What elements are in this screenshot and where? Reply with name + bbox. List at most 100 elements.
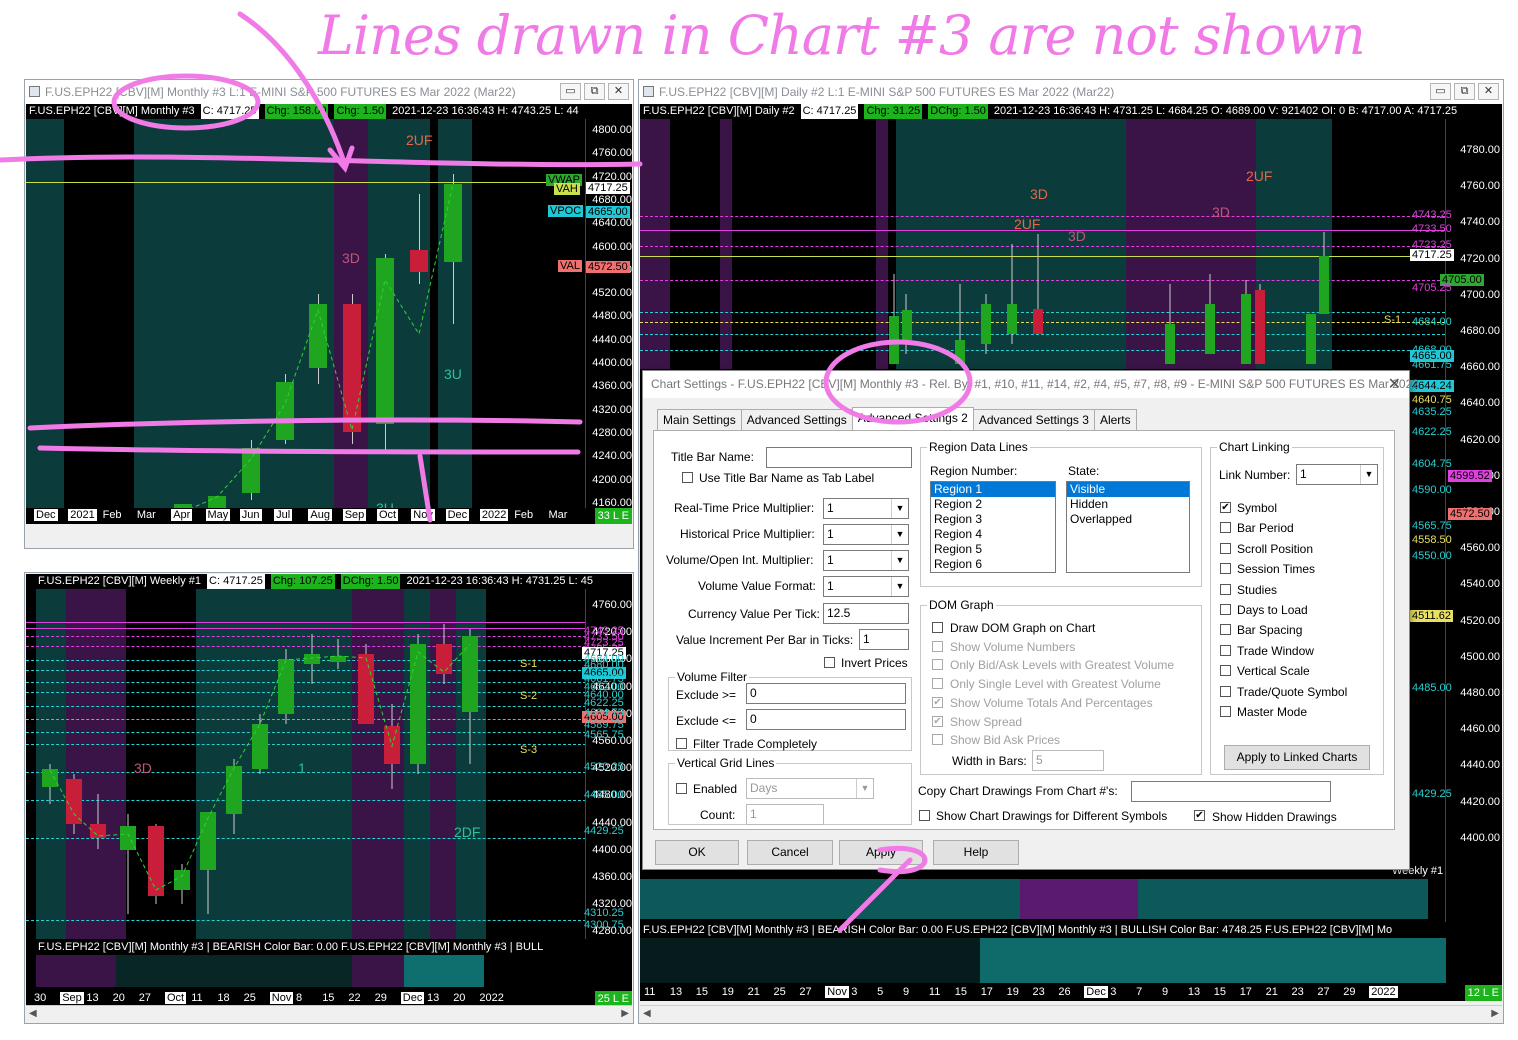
close-button[interactable]: ✕ [1478, 83, 1499, 100]
x-tick-label: 11 [191, 992, 203, 1004]
apply-button[interactable]: Apply [839, 840, 923, 865]
label-3u-a: 3U [444, 366, 462, 382]
dialog-close-button[interactable]: ✕ [1388, 371, 1401, 398]
link-option-checkbox[interactable] [1220, 583, 1231, 595]
grid-count-input[interactable]: 1 [746, 804, 824, 825]
link-option-checkbox[interactable] [1220, 706, 1231, 717]
dom-option-checkbox[interactable] [932, 734, 943, 746]
link-option-checkbox[interactable] [1220, 604, 1231, 615]
price-level-tag: 4743.25 [1412, 209, 1452, 221]
region-list[interactable]: Region 1 Region 2 Region 3 Region 4 Region 5… [930, 481, 1056, 573]
increment-input[interactable]: 1 [859, 629, 909, 650]
tab-advanced-settings[interactable]: Advanced Settings [740, 409, 853, 431]
close-button[interactable]: ✕ [608, 83, 629, 100]
region-list-item[interactable]: Region 3 [931, 512, 1055, 527]
state-list-item[interactable]: Hidden [1067, 497, 1189, 512]
title-bar-name-input[interactable] [766, 447, 912, 468]
daily-h-scrollbar[interactable]: ◀ ▶ [640, 1005, 1502, 1022]
show-diff-symbols-checkbox[interactable] [919, 810, 930, 821]
monthly-price-axis[interactable]: 4800.00 4760.00 4720.00 4680.00 4640.00 4600.… [585, 119, 632, 509]
weekly-price-axis[interactable]: 4760.004720.004680.004640.004600.004560.… [582, 589, 632, 939]
link-option-checkbox[interactable] [1220, 665, 1231, 677]
region-list-item[interactable]: Region 1 [931, 482, 1055, 497]
chart-settings-dialog[interactable]: Chart Settings - F.US.EPH22 [CBV][M] Mon… [642, 370, 1419, 870]
tab-main-settings[interactable]: Main Settings [657, 409, 742, 431]
monthly-time-axis[interactable]: Dec 2021 Feb Mar Apr May Jun Jul Aug Sep Oct Nov Dec… [26, 508, 632, 524]
price-level-tag: 4705.25 [1412, 282, 1452, 294]
state-list[interactable]: Visible Hidden Overlapped [1066, 481, 1190, 573]
filter-trade-checkbox[interactable] [676, 738, 687, 749]
link-option-checkbox[interactable] [1220, 685, 1231, 697]
dom-option-checkbox[interactable] [932, 640, 943, 652]
vol-fmt-label: Volume Value Format: [698, 579, 816, 593]
help-button[interactable]: Help [933, 840, 1019, 865]
chart-app-icon [643, 86, 654, 97]
region-data-title: Region Data Lines [927, 440, 1030, 454]
minimize-button[interactable]: ▭ [560, 83, 581, 100]
dom-option-checkbox[interactable] [932, 678, 943, 690]
use-title-checkbox[interactable] [682, 472, 693, 483]
dialog-title-bar[interactable]: Chart Settings - F.US.EPH22 [CBV][M] Mon… [643, 371, 1419, 398]
weekly-h-scrollbar[interactable]: ◀ ▶ [26, 1005, 632, 1022]
restore-button[interactable]: ⧉ [1454, 83, 1475, 100]
region-list-item[interactable]: Region 5 [931, 542, 1055, 557]
chevron-down-icon: ▼ [891, 577, 908, 596]
tab-advanced-settings-3[interactable]: Advanced Settings 3 [972, 409, 1095, 431]
exclude-ge-input[interactable]: 0 [746, 683, 906, 704]
vol-mult-select[interactable]: 1 ▼ [823, 550, 909, 571]
vpoc-price-tag: 4665.00 [586, 206, 630, 218]
dom-option-checkbox[interactable]: ✔ [932, 715, 943, 727]
weekly-candles [42, 624, 478, 914]
state-list-item[interactable]: Overlapped [1067, 512, 1189, 527]
weekly-chart-area[interactable]: F.US.EPH22 [CBV][M] Weekly #1 C: 4717.25… [26, 574, 632, 1007]
show-hidden-drawings-checkbox[interactable]: ✔ [1194, 810, 1205, 821]
daily-title-bar[interactable]: F.US.EPH22 [CBV][M] Daily #2 L:1 E-MINI … [639, 80, 1503, 104]
vol-fmt-select[interactable]: 1 ▼ [823, 576, 909, 597]
label-s2: S-2 [520, 690, 538, 702]
dom-option-checkbox[interactable] [932, 622, 943, 633]
region-list-item[interactable]: Region 4 [931, 527, 1055, 542]
rt-mult-value: 1 [827, 501, 834, 515]
width-bars-input[interactable]: 5 [1032, 750, 1104, 771]
dom-option-checkbox[interactable]: ✔ [932, 696, 943, 708]
invert-prices-checkbox[interactable] [824, 657, 835, 668]
link-option-checkbox[interactable]: ✔ [1220, 502, 1231, 513]
tab-advanced-settings-2[interactable]: Advanced Settings 2 [851, 407, 974, 431]
currency-input[interactable]: 12.5 [823, 603, 909, 624]
tab-alerts[interactable]: Alerts [1093, 409, 1137, 431]
rt-mult-select[interactable]: 1 ▼ [823, 498, 909, 519]
label-3d-c: 3D [1212, 204, 1230, 220]
price-level-tag: 4485.00 [584, 789, 624, 801]
link-option-checkbox[interactable] [1220, 522, 1231, 534]
weekly-chart-window[interactable]: F.US.EPH22 [CBV][M] Weekly #1 C: 4717.25… [24, 572, 634, 1024]
cancel-button[interactable]: Cancel [747, 840, 833, 865]
price-level-tag: 4572.50 [1448, 508, 1492, 520]
link-option-checkbox[interactable] [1220, 542, 1231, 554]
grid-enabled-checkbox[interactable] [676, 783, 687, 794]
exclude-le-input[interactable]: 0 [746, 709, 906, 730]
weekly-symbol: F.US.EPH22 [CBV][M] Weekly #1 [38, 575, 202, 587]
link-option-checkbox[interactable] [1220, 563, 1231, 575]
link-number-select[interactable]: 1 ▼ [1296, 464, 1378, 485]
dom-option-checkbox[interactable] [932, 659, 943, 671]
grid-days-select[interactable]: Days ▼ [746, 778, 874, 799]
monthly-chart-area[interactable]: F.US.EPH22 [CBV][M] Monthly #3 C: 4717.2… [26, 104, 632, 524]
link-option-checkbox[interactable] [1220, 644, 1231, 656]
restore-button[interactable]: ⧉ [584, 83, 605, 100]
region-list-item[interactable]: Region 6 [931, 557, 1055, 572]
x-tick-label: Aug [308, 509, 332, 521]
ok-button[interactable]: OK [655, 840, 739, 865]
daily-time-axis[interactable]: 11 13 15 19 21 25 27 Nov 3 5 9 11 15 17 19 23 26 Dec 3 7 9 13… [640, 985, 1502, 1001]
copy-drawings-input[interactable] [1131, 781, 1331, 802]
minimize-button[interactable]: ▭ [1430, 83, 1451, 100]
monthly-chart-window[interactable]: F.US.EPH22 [CBV][M] Monthly #3 L:1 E-MIN… [24, 79, 634, 549]
hist-mult-select[interactable]: 1 ▼ [823, 524, 909, 545]
region-list-item[interactable]: Region 2 [931, 497, 1055, 512]
price-level-tag: 4590.00 [1412, 484, 1452, 496]
link-option-checkbox[interactable] [1220, 624, 1231, 636]
monthly-title-bar[interactable]: F.US.EPH22 [CBV][M] Monthly #3 L:1 E-MIN… [25, 80, 633, 104]
state-list-item[interactable]: Visible [1067, 482, 1189, 497]
apply-linked-button[interactable]: Apply to Linked Charts [1224, 745, 1370, 770]
x-tick-label: 20 [453, 992, 466, 1004]
weekly-info-bar: F.US.EPH22 [CBV][M] Weekly #1 C: 4717.25… [26, 574, 632, 589]
